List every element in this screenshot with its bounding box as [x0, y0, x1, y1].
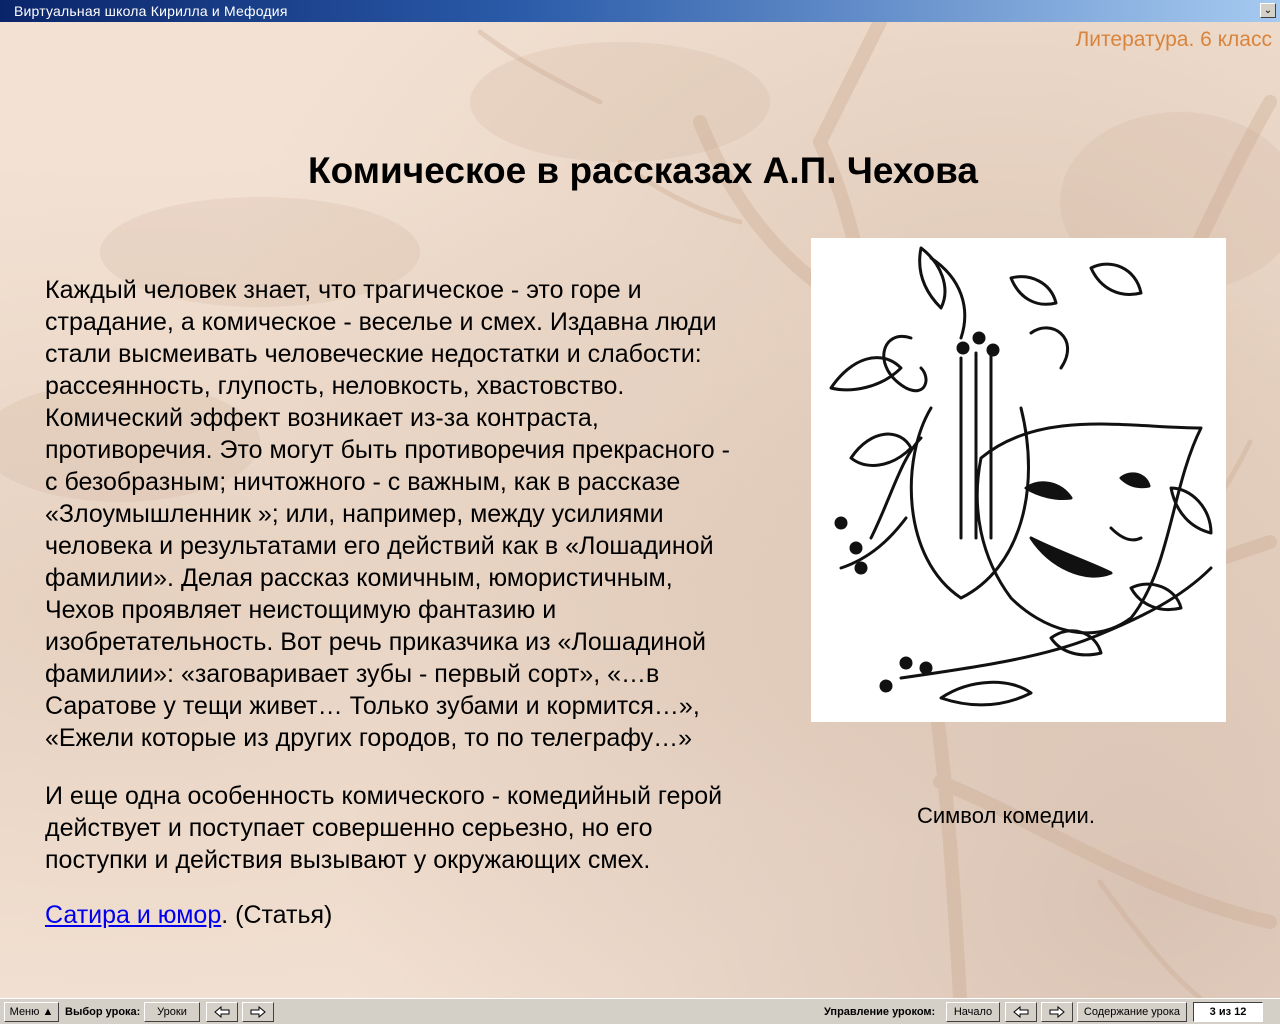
- bottom-toolbar: Меню ▲ Выбор урока: Уроки Управление уро…: [0, 998, 1280, 1024]
- satire-humor-link[interactable]: Сатира и юмор: [45, 901, 221, 929]
- lessons-button[interactable]: Уроки: [144, 1002, 200, 1022]
- page-title: Комическое в рассказах А.П. Чехова: [307, 150, 979, 191]
- text-line: изобретательность. Вот речь приказчика и…: [45, 628, 706, 656]
- start-button[interactable]: Начало: [946, 1002, 1000, 1022]
- text-line: Чехов проявляет неистощимую фантазию и: [45, 596, 557, 624]
- lesson-select-label: Выбор урока:: [65, 1006, 141, 1018]
- arrow-right-icon: [250, 1006, 266, 1018]
- text-line: фамилии»: «заговаривает зубы - первый со…: [45, 660, 660, 688]
- text-line: противоречия. Это могут быть противоречи…: [45, 436, 730, 464]
- text-line: Каждый человек знает, что трагическое - …: [45, 276, 642, 304]
- collapse-button[interactable]: ⌄: [1260, 3, 1276, 18]
- arrow-left-icon: [214, 1006, 230, 1018]
- next-lesson-button[interactable]: [242, 1002, 274, 1022]
- previous-page-button[interactable]: [1005, 1002, 1037, 1022]
- menu-button-label: Меню: [9, 1006, 40, 1018]
- link-suffix: . (Статья): [221, 901, 333, 929]
- text-line: Саратове у тещи живет… Только зубами и к…: [45, 692, 700, 720]
- comedy-symbol-image: [811, 238, 1226, 722]
- page-counter: 3 из 12: [1193, 1002, 1263, 1022]
- lesson-contents-button[interactable]: Содержание урока: [1077, 1002, 1187, 1022]
- related-article: Сатира и юмор. (Статья): [45, 901, 332, 930]
- text-line: человека и результатами его действий как…: [45, 532, 714, 560]
- lesson-paragraph-1: Каждый человек знает, что трагическое - …: [45, 274, 805, 754]
- menu-button[interactable]: Меню ▲: [4, 1002, 59, 1022]
- text-line: действует и поступает совершенно серьезн…: [45, 814, 653, 842]
- comedy-mask-icon: [829, 246, 1213, 707]
- text-line: стали высмеивать человеческие недостатки…: [45, 340, 702, 368]
- triangle-up-icon: ▲: [42, 1006, 54, 1018]
- next-page-button[interactable]: [1041, 1002, 1073, 1022]
- chevron-down-icon: ⌄: [1263, 5, 1273, 16]
- arrow-left-icon: [1013, 1006, 1029, 1018]
- text-line: «Ежели которые из других городов, то по …: [45, 724, 693, 752]
- text-line: И еще одна особенность комического - ком…: [45, 782, 723, 810]
- window-titlebar: Виртуальная школа Кирилла и Мефодия ⌄: [0, 0, 1280, 22]
- text-line: поступки и действия вызывают у окружающи…: [45, 846, 651, 874]
- window-title: Виртуальная школа Кирилла и Мефодия: [14, 3, 288, 19]
- arrow-right-icon: [1049, 1006, 1065, 1018]
- text-line: «Злоумышленник »; или, например, между у…: [45, 500, 664, 528]
- text-line: Комический эффект возникает из-за контра…: [45, 404, 599, 432]
- image-caption: Символ комедии.: [917, 803, 1095, 828]
- text-line: с безобразным; ничтожного - с важным, ка…: [45, 468, 681, 496]
- lesson-page: Литература. 6 класс Комическое в рассказ…: [0, 22, 1280, 998]
- previous-lesson-button[interactable]: [206, 1002, 238, 1022]
- subject-label: Литература. 6 класс: [1075, 28, 1273, 51]
- lesson-paragraph-2: И еще одна особенность комического - ком…: [45, 780, 805, 876]
- text-line: фамилии». Делая рассказ комичным, юморис…: [45, 564, 673, 592]
- text-line: рассеянность, глупость, неловкость, хвас…: [45, 372, 625, 400]
- text-line: страдание, а комическое - веселье и смех…: [45, 308, 717, 336]
- lesson-control-label: Управление уроком:: [824, 1006, 936, 1018]
